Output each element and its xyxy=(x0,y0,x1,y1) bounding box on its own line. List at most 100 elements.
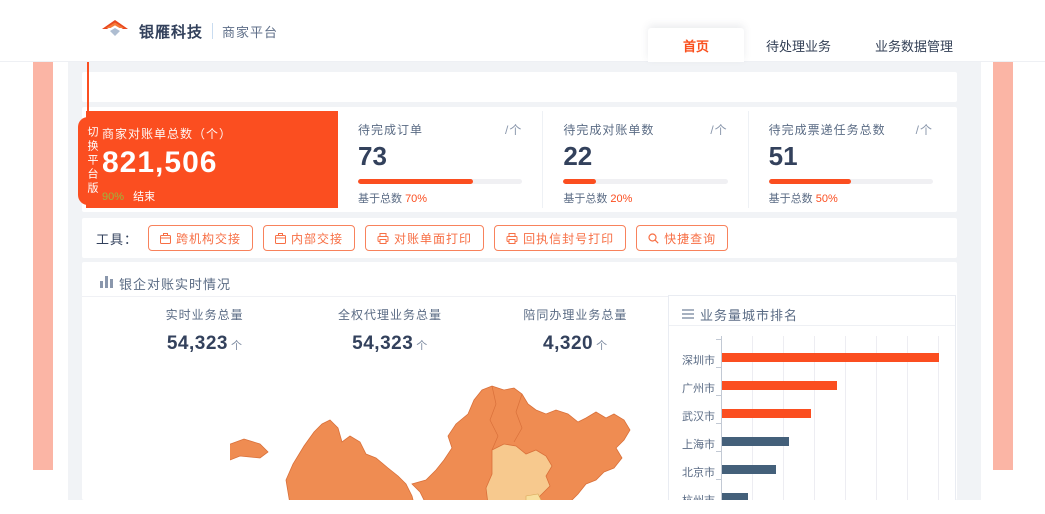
realtime-metrics: 实时业务总量54,323个全权代理业务总量54,323个陪同办理业务总量4,32… xyxy=(112,306,668,355)
bar-label-深圳市: 深圳市 xyxy=(671,352,715,368)
bar-杭州市 xyxy=(722,493,748,500)
chart-axis-tick xyxy=(716,451,721,452)
chart-axis-tick xyxy=(716,479,721,480)
stat-card-caption: 基于总数 20% xyxy=(563,190,727,206)
metric: 全权代理业务总量 54,323个 xyxy=(297,306,482,355)
chart-axis-tick xyxy=(716,367,721,368)
metric-label: 陪同办理业务总量 xyxy=(483,306,668,323)
stat-card: 待完成对账单数/个22基于总数 20% xyxy=(542,111,747,208)
bar-label-上海市: 上海市 xyxy=(671,436,715,452)
tools-label: 工具： xyxy=(96,229,138,248)
bar-chart-icon xyxy=(100,276,113,291)
tab-首页[interactable]: 首页 xyxy=(648,28,744,62)
stat-card: 待完成票递任务总数/个 51 基于总数 50% xyxy=(748,111,953,208)
tab-业务数据管理[interactable]: 业务数据管理 xyxy=(853,28,975,62)
bar-武汉市 xyxy=(722,409,811,418)
stat-card-title: 待完成票递任务总数 xyxy=(769,121,886,138)
metric-value: 54,323个 xyxy=(297,333,482,355)
stat-caption-label: 基于总数 xyxy=(563,193,610,205)
metric-value: 4,320个 xyxy=(483,333,668,355)
stat-progress-fill xyxy=(563,179,596,184)
tool-button-回执信封号打印[interactable]: 回执信封号打印 xyxy=(494,225,626,251)
stat-card-unit: /个 xyxy=(505,121,522,138)
stat-card-header: 待完成对账单数/个 xyxy=(563,121,727,138)
stat-card-value: 73 xyxy=(358,141,522,172)
stat-caption-label: 基于总数 xyxy=(358,193,405,205)
stats-row: 商家对账单总数（个） 821,506 90% 结束 待完成订单/个 73 基于总数 … xyxy=(82,107,957,212)
china-map xyxy=(230,384,660,500)
tool-button-内部交接[interactable]: 内部交接 xyxy=(263,225,355,251)
bar-label-广州市: 广州市 xyxy=(671,380,715,396)
stat-progress-fill xyxy=(358,179,473,184)
primary-stat-card: 商家对账单总数（个） 821,506 90% 结束 xyxy=(86,111,338,208)
metric-value: 54,323个 xyxy=(112,333,297,355)
printer-icon xyxy=(377,233,389,244)
metric-unit: 个 xyxy=(596,340,608,352)
brand: 银雁科技 商家平台 xyxy=(100,0,278,62)
transfer-icon xyxy=(275,233,286,244)
bar-label-杭州市: 杭州市 xyxy=(671,492,715,500)
ranking-title-row: 业务量城市排名 xyxy=(682,305,798,324)
stat-card-header: 待完成票递任务总数/个 xyxy=(769,121,933,138)
tab-待处理业务[interactable]: 待处理业务 xyxy=(744,28,853,62)
bar-北京市 xyxy=(722,465,776,474)
tool-button-label: 回执信封号打印 xyxy=(523,230,614,247)
bar-label-北京市: 北京市 xyxy=(671,464,715,480)
city-ranking-chart: 深圳市广州市武汉市上海市北京市杭州市 xyxy=(669,326,955,500)
stat-progress-track xyxy=(769,179,933,184)
section-divider xyxy=(82,296,668,297)
app-header: 银雁科技 商家平台 首页待处理业务业务数据管理 xyxy=(0,0,1045,62)
stat-card-header: 待完成订单/个 xyxy=(358,121,522,138)
logo-icon xyxy=(100,17,130,46)
stat-caption-percent: 50% xyxy=(816,193,838,205)
metric: 实时业务总量 54,323个 xyxy=(112,306,297,355)
list-icon xyxy=(682,307,694,322)
side-tag-line xyxy=(87,62,89,118)
dashboard-page: 银雁科技 商家平台 首页待处理业务业务数据管理 切换平台版 商家对账单总数（个）… xyxy=(0,0,1045,514)
city-ranking-box: 业务量城市排名 深圳市广州市武汉市上海市北京市杭州市 xyxy=(668,295,956,500)
tool-button-label: 快捷查询 xyxy=(664,230,716,247)
brand-divider xyxy=(212,23,213,39)
stat-card-caption: 基于总数 50% xyxy=(769,190,933,206)
bar-label-武汉市: 武汉市 xyxy=(671,408,715,424)
tool-button-label: 内部交接 xyxy=(291,230,343,247)
ranking-title: 业务量城市排名 xyxy=(700,305,798,324)
search-icon xyxy=(648,233,659,244)
tool-button-跨机构交接[interactable]: 跨机构交接 xyxy=(148,225,253,251)
tool-button-label: 跨机构交接 xyxy=(176,230,241,247)
chart-axis-tick xyxy=(716,423,721,424)
stat-progress-track xyxy=(358,179,522,184)
primary-stat-footer: 90% 结束 xyxy=(102,188,322,204)
metric: 陪同办理业务总量 4,320个 xyxy=(483,306,668,355)
brand-company: 银雁科技 xyxy=(139,21,203,42)
primary-stat-title: 商家对账单总数（个） xyxy=(102,125,322,142)
brand-product: 商家平台 xyxy=(222,22,278,41)
left-pink-strip xyxy=(33,62,53,470)
stat-card-title: 待完成订单 xyxy=(358,121,423,138)
stat-card: 待完成订单/个 73 基于总数 70% xyxy=(338,111,542,208)
tools-row: 工具： 跨机构交接 内部交接 对账单面打印 回执信封号打印 快捷查询 xyxy=(82,218,957,258)
stat-progress-track xyxy=(563,179,727,184)
stat-card-caption: 基于总数 70% xyxy=(358,190,522,206)
tool-button-对账单面打印[interactable]: 对账单面打印 xyxy=(365,225,484,251)
metric-unit: 个 xyxy=(416,340,428,352)
printer-icon xyxy=(506,233,518,244)
stat-card-value: 51 xyxy=(769,141,933,172)
stat-card-unit: /个 xyxy=(916,121,933,138)
bar-深圳市 xyxy=(722,353,939,362)
stat-caption-percent: 70% xyxy=(405,193,427,205)
metric-label: 全权代理业务总量 xyxy=(297,306,482,323)
stat-caption-percent: 20% xyxy=(610,193,632,205)
tool-button-label: 对账单面打印 xyxy=(394,230,472,247)
switch-platform-tag[interactable]: 切换平台版 xyxy=(78,117,98,205)
realtime-section-title-row: 银企对账实时情况 xyxy=(100,274,231,293)
stat-card-title: 待完成对账单数 xyxy=(563,121,654,138)
stat-card-unit: /个 xyxy=(710,121,727,138)
stat-progress-fill xyxy=(769,179,851,184)
stat-caption-label: 基于总数 xyxy=(769,193,816,205)
primary-stat-value: 821,506 xyxy=(102,146,322,180)
bar-广州市 xyxy=(722,381,837,390)
metric-label: 实时业务总量 xyxy=(112,306,297,323)
transfer-icon xyxy=(160,233,171,244)
tool-button-快捷查询[interactable]: 快捷查询 xyxy=(636,225,728,251)
